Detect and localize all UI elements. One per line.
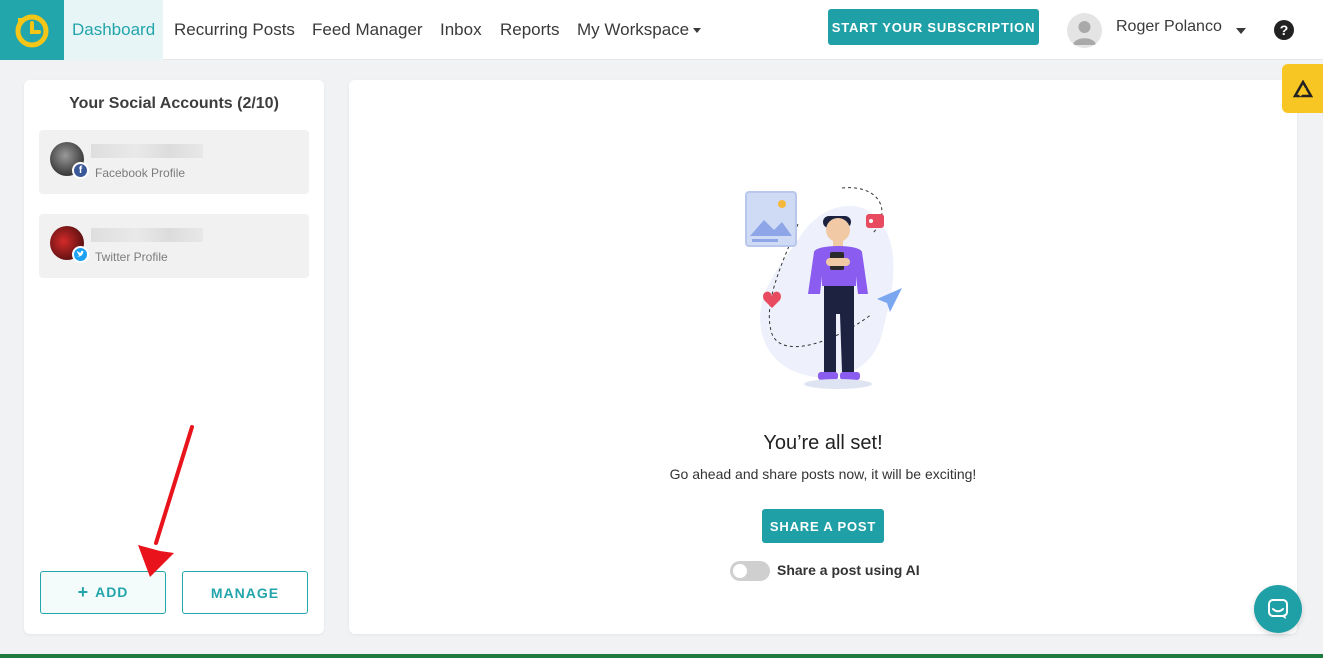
help-icon[interactable]: ? [1274, 20, 1294, 40]
chat-icon [1268, 599, 1288, 619]
app-window: Dashboard Recurring Posts Feed Manager I… [0, 0, 1323, 654]
user-silhouette-icon [1073, 21, 1096, 45]
manage-accounts-button[interactable]: MANAGE [182, 571, 308, 614]
nav-inbox[interactable]: Inbox [440, 0, 482, 60]
account-type: Facebook Profile [95, 166, 186, 180]
add-label: ADD [95, 584, 129, 600]
triangle-logo-icon [1292, 79, 1313, 97]
nav-reports[interactable]: Reports [500, 0, 560, 60]
account-card-facebook[interactable]: f Facebook Profile [39, 130, 309, 194]
all-set-heading: You’re all set! [763, 432, 883, 454]
main-panel: You’re all set! Go ahead and share posts… [349, 80, 1297, 634]
annotation-arrow-icon [138, 425, 194, 577]
person-sharing-illustration [745, 187, 902, 389]
nav-recurring-posts[interactable]: Recurring Posts [174, 0, 295, 60]
toggle-knob [733, 564, 747, 578]
nav-feed-manager[interactable]: Feed Manager [312, 0, 423, 60]
nav-my-workspace[interactable]: My Workspace [577, 0, 702, 60]
logo[interactable] [0, 0, 64, 60]
panel-title: Your Social Accounts (2/10) [69, 95, 279, 112]
user-avatar[interactable] [1067, 13, 1102, 48]
clock-logo-icon [15, 14, 49, 48]
account-card-twitter[interactable]: Twitter Profile [39, 214, 309, 278]
top-navigation: Dashboard Recurring Posts Feed Manager I… [0, 0, 1323, 60]
ai-share-toggle[interactable] [730, 561, 770, 581]
account-type: Twitter Profile [95, 250, 168, 264]
twitter-icon [72, 246, 89, 263]
nav-dashboard[interactable]: Dashboard [64, 0, 164, 60]
chevron-down-icon [693, 28, 702, 34]
plus-icon: + [77, 582, 90, 602]
all-set-subtitle: Go ahead and share posts now, it will be… [669, 466, 977, 482]
user-menu-chevron-icon[interactable] [1236, 28, 1246, 34]
blurred-account-name [91, 144, 203, 158]
side-widget-tab[interactable] [1282, 64, 1323, 113]
blurred-account-name [91, 228, 203, 242]
chat-button[interactable] [1254, 585, 1302, 633]
start-subscription-button[interactable]: START YOUR SUBSCRIPTION [828, 9, 1039, 45]
nav-my-workspace-label: My Workspace [577, 20, 690, 39]
ai-share-toggle-label: Share a post using AI [777, 562, 920, 578]
user-name[interactable]: Roger Polanco [1116, 18, 1222, 36]
facebook-icon: f [72, 162, 89, 179]
share-post-button[interactable]: SHARE A POST [762, 509, 884, 543]
